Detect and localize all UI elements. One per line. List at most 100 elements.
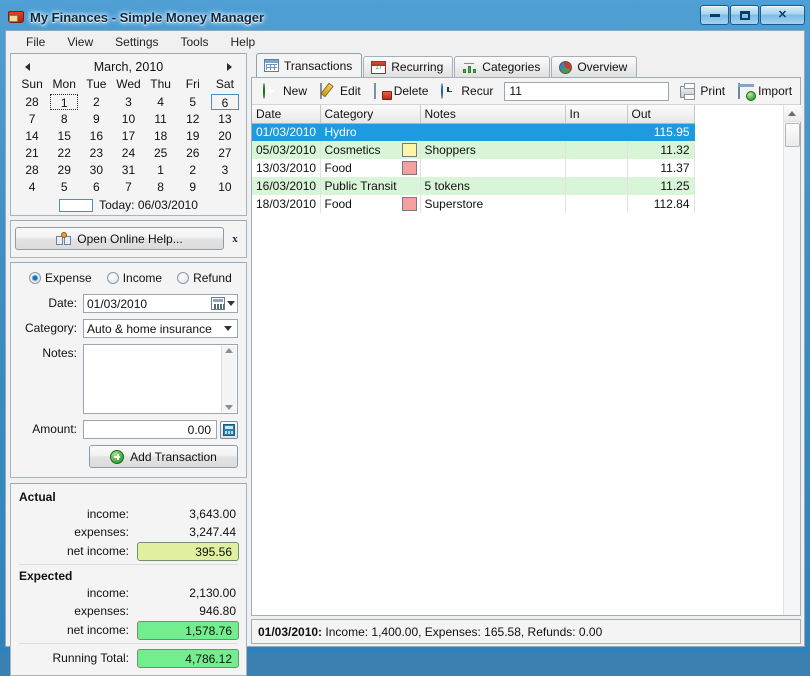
actual-heading: Actual: [19, 490, 56, 504]
calendar-day-cell[interactable]: 9: [80, 110, 112, 127]
calendar-widget[interactable]: March, 2010 Sun Mon Tue Wed Thu Fri Sat 28 1 2 3 4…: [10, 53, 247, 216]
calendar-day-cell[interactable]: 8: [145, 178, 177, 195]
scrollbar-thumb[interactable]: [784, 123, 800, 147]
close-button[interactable]: ✕: [760, 5, 805, 25]
calendar-day-cell[interactable]: 3: [112, 93, 144, 110]
menu-settings[interactable]: Settings: [104, 33, 169, 51]
scroll-down-icon[interactable]: [225, 405, 233, 410]
column-header[interactable]: Category: [320, 105, 421, 124]
delete-button[interactable]: Delete: [369, 81, 437, 102]
calendar-day-number: 13: [218, 111, 232, 126]
recur-button[interactable]: Recur: [436, 81, 501, 102]
calendar-day-cell[interactable]: 3: [209, 161, 241, 178]
menu-view[interactable]: View: [56, 33, 104, 51]
table-row[interactable]: 16/03/2010 Public Transit 5 tokens 11.25: [252, 177, 695, 195]
notes-textarea[interactable]: [83, 344, 238, 414]
table-row[interactable]: 18/03/2010 Food Superstore 112.84: [252, 195, 695, 213]
tab-recurring[interactable]: Recurring: [363, 56, 454, 77]
calendar-day-cell[interactable]: 7: [16, 110, 48, 127]
date-picker-controls[interactable]: [211, 295, 237, 312]
print-button[interactable]: Print: [675, 81, 733, 102]
calendar-day-cell[interactable]: 17: [112, 127, 144, 144]
calendar-day-cell[interactable]: 10: [112, 110, 144, 127]
calendar-day-cell[interactable]: 2: [177, 161, 209, 178]
calendar-picker-icon[interactable]: [211, 297, 225, 310]
calendar-day-cell[interactable]: 6: [209, 93, 241, 110]
table-row[interactable]: 01/03/2010 Hydro 115.95: [252, 123, 695, 141]
calendar-day-cell[interactable]: 30: [80, 161, 112, 178]
column-header[interactable]: In: [565, 105, 628, 124]
notes-scrollbar[interactable]: [221, 346, 236, 412]
calendar-day-cell[interactable]: 7: [112, 178, 144, 195]
column-header[interactable]: Date: [252, 105, 321, 124]
calendar-day-cell[interactable]: 2: [80, 93, 112, 110]
search-input[interactable]: [504, 81, 670, 101]
calendar-day-cell[interactable]: 20: [209, 127, 241, 144]
scroll-up-button[interactable]: [783, 105, 801, 122]
calculator-button[interactable]: [220, 420, 238, 439]
calendar-day-cell[interactable]: 28: [16, 161, 48, 178]
close-help-icon[interactable]: x: [228, 233, 242, 245]
menu-file[interactable]: File: [15, 33, 56, 51]
calendar-day-cell[interactable]: 29: [48, 161, 80, 178]
calendar-day-cell[interactable]: 23: [80, 144, 112, 161]
add-transaction-button[interactable]: Add Transaction: [89, 445, 238, 468]
calendar-day-cell[interactable]: 21: [16, 144, 48, 161]
calendar-day-cell[interactable]: 26: [177, 144, 209, 161]
calendar-day-cell[interactable]: 22: [48, 144, 80, 161]
import-button[interactable]: Import: [733, 81, 800, 102]
calendar-day-number: 26: [186, 145, 200, 160]
tab-transactions[interactable]: Transactions: [256, 53, 363, 77]
radio-refund[interactable]: Refund: [177, 271, 232, 285]
category-select[interactable]: [83, 319, 238, 338]
calendar-day-cell[interactable]: 5: [177, 93, 209, 110]
table-row[interactable]: 05/03/2010 Cosmetics Shoppers 11.32: [252, 141, 695, 159]
column-header[interactable]: Notes: [420, 105, 566, 124]
calendar-day-cell[interactable]: 18: [145, 127, 177, 144]
category-select-wrap[interactable]: [83, 319, 238, 338]
radio-expense[interactable]: Expense: [29, 271, 92, 285]
calendar-day-cell[interactable]: 19: [177, 127, 209, 144]
chevron-down-icon[interactable]: [224, 326, 232, 331]
tab-categories[interactable]: Categories: [454, 56, 551, 77]
open-online-help-button[interactable]: Open Online Help...: [15, 227, 224, 250]
grid-vertical-scrollbar[interactable]: [783, 105, 801, 615]
calendar-day-cell[interactable]: 1: [48, 93, 80, 110]
calendar-day-cell[interactable]: 4: [145, 93, 177, 110]
column-header[interactable]: Out: [627, 105, 695, 124]
calendar-day-cell[interactable]: 25: [145, 144, 177, 161]
calendar-day-cell[interactable]: 6: [80, 178, 112, 195]
tab-overview[interactable]: Overview: [551, 56, 638, 77]
calendar-day-cell[interactable]: 4: [16, 178, 48, 195]
calendar-day-cell[interactable]: 5: [48, 178, 80, 195]
amount-input[interactable]: [83, 420, 217, 439]
calendar-day-cell[interactable]: 28: [16, 93, 48, 110]
radio-income[interactable]: Income: [106, 271, 162, 285]
menu-help[interactable]: Help: [220, 33, 267, 51]
maximize-button[interactable]: [730, 5, 759, 25]
table-header-row[interactable]: Date Category Notes In Out: [252, 105, 695, 124]
calendar-day-cell[interactable]: 15: [48, 127, 80, 144]
calendar-day-cell[interactable]: 1: [145, 161, 177, 178]
calendar-day-cell[interactable]: 14: [16, 127, 48, 144]
edit-button[interactable]: Edit: [315, 81, 369, 102]
calendar-day-cell[interactable]: 31: [112, 161, 144, 178]
calendar-day-number: 22: [57, 145, 71, 160]
next-month-icon[interactable]: [224, 61, 235, 72]
calendar-day-cell[interactable]: 11: [145, 110, 177, 127]
minimize-button[interactable]: [700, 5, 729, 25]
calendar-day-cell[interactable]: 12: [177, 110, 209, 127]
chevron-down-icon[interactable]: [227, 301, 235, 306]
calendar-day-cell[interactable]: 16: [80, 127, 112, 144]
calendar-day-cell[interactable]: 9: [177, 178, 209, 195]
calendar-day-cell[interactable]: 13: [209, 110, 241, 127]
scroll-up-icon[interactable]: [225, 348, 233, 353]
calendar-day-cell[interactable]: 8: [48, 110, 80, 127]
prev-month-icon[interactable]: [22, 61, 33, 72]
calendar-day-cell[interactable]: 27: [209, 144, 241, 161]
table-row[interactable]: 13/03/2010 Food 11.37: [252, 159, 695, 177]
menu-tools[interactable]: Tools: [170, 33, 220, 51]
calendar-day-cell[interactable]: 10: [209, 178, 241, 195]
calendar-day-cell[interactable]: 24: [112, 144, 144, 161]
new-button[interactable]: New: [258, 81, 315, 102]
